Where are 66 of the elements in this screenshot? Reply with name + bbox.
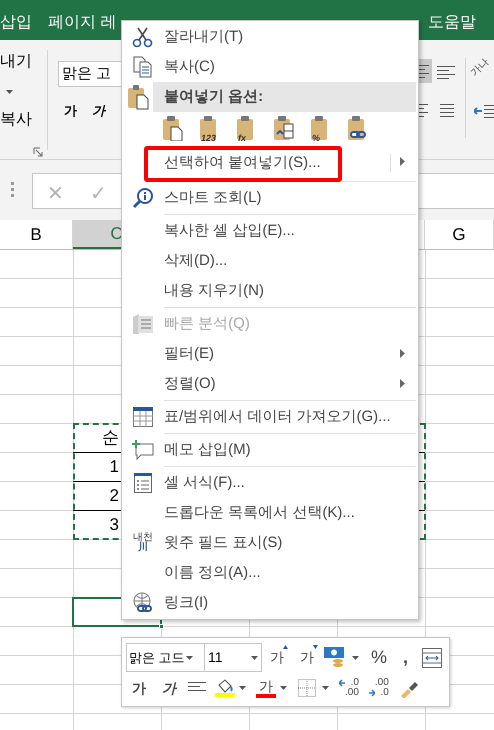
shrink-font-button[interactable]: 가 (300, 647, 314, 668)
borders-icon[interactable] (298, 679, 316, 697)
scissors-icon (132, 26, 154, 48)
menu-item[interactable]: 링크(I) (122, 588, 418, 618)
table-cell-text: 1 (110, 456, 119, 478)
menu-item[interactable]: 정렬(O) (122, 369, 418, 399)
globe-link-icon (132, 592, 154, 614)
bold-button[interactable]: 가 (64, 101, 77, 120)
left-arrow-icon (339, 679, 345, 687)
italic-button[interactable]: 가 (162, 678, 176, 698)
menu-item[interactable]: 잘라내기(T) (122, 22, 418, 52)
orientation-button[interactable]: 가나 (468, 55, 492, 80)
quick-analysis-icon (132, 314, 154, 334)
ribbon-tab[interactable]: 페이지 레 (48, 11, 116, 35)
align-center-icon[interactable] (188, 682, 206, 694)
menu-item[interactable]: 메모 삽입(M) (122, 435, 418, 465)
copy-icon (133, 56, 153, 78)
table-cell-text: 순 (102, 427, 119, 449)
menu-item[interactable]: 필터(E) (122, 339, 418, 369)
align-bottom-icon[interactable] (437, 66, 455, 80)
bold-button[interactable]: 가 (132, 678, 146, 698)
font-color-button[interactable]: 가 (256, 678, 276, 698)
caret-icon (6, 90, 14, 95)
font-name-field[interactable]: 맑은 고드 (126, 643, 205, 672)
menu-item[interactable]: 드롭다운 목록에서 선택(K)... (122, 498, 418, 528)
clipboard-icon (126, 84, 148, 110)
menu-item[interactable]: 내천 川 윗주 필드 표시(S) (122, 528, 418, 558)
table-cell-text: 3 (110, 514, 119, 536)
cut-button[interactable]: 내기 (0, 50, 32, 74)
decrease-indent-icon[interactable] (474, 104, 494, 118)
menu-item[interactable]: 삭제(D)... (122, 246, 418, 276)
table-cell-text: 2 (110, 485, 119, 507)
percent-button[interactable]: % (371, 644, 388, 671)
accounting-format-icon[interactable] (324, 646, 346, 670)
menu-item[interactable]: 내용 지우기(N) (122, 276, 418, 306)
magnifier-info-icon (132, 187, 154, 209)
menu-item[interactable]: 선택하여 붙여넣기(S)... (122, 146, 418, 180)
ribbon-tab[interactable]: 도움말 (428, 11, 476, 35)
menu-item: 빠른 분석(Q) (122, 309, 418, 339)
grip-icon (11, 182, 15, 198)
menu-item[interactable]: 이름 정의(A)... (122, 558, 418, 588)
copy-button[interactable]: 복사 (0, 108, 32, 132)
right-arrow-icon (368, 689, 375, 697)
font-size-field[interactable]: 11 (205, 643, 262, 672)
justify-icon[interactable] (440, 104, 454, 118)
menu-section-header: 붙여넣기 옵션: (153, 82, 416, 112)
increase-decimal-button[interactable]: .0 .00 (339, 678, 359, 698)
up-triangle-icon (283, 645, 288, 649)
menu-item[interactable]: 스마트 조회(L) (122, 183, 418, 213)
comment-icon (132, 440, 154, 460)
grow-font-button[interactable]: 가 (270, 647, 284, 668)
format-cells-icon (134, 473, 152, 493)
merge-cells-icon[interactable] (422, 648, 442, 668)
menu-item[interactable]: 표/범위에서 데이터 가져오기(G)... (122, 402, 418, 432)
fill-handle[interactable] (159, 624, 164, 629)
down-triangle-icon (313, 645, 318, 649)
table-icon (133, 407, 153, 427)
column-header[interactable]: G (425, 220, 494, 249)
dialog-launcher-icon[interactable] (33, 147, 43, 157)
fill-color-button[interactable] (215, 679, 235, 697)
menu-item[interactable]: 셀 서식(F)... (122, 468, 418, 498)
comma-button[interactable]: , (403, 644, 408, 671)
phonetic-icon: 내천 川 (133, 533, 153, 553)
italic-button[interactable]: 가 (92, 101, 105, 120)
ribbon-tab[interactable]: 삽입 (0, 11, 32, 35)
decrease-decimal-button[interactable]: .00 .0 (368, 678, 389, 698)
